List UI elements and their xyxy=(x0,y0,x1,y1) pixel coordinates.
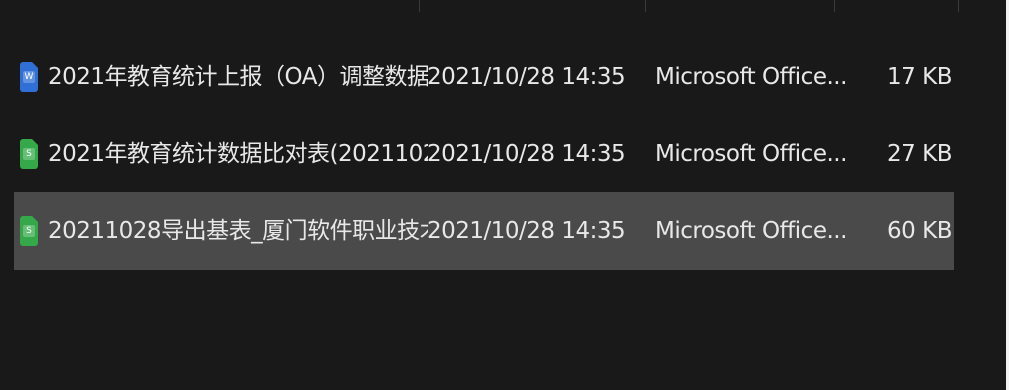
word-doc-icon: W xyxy=(20,62,38,92)
file-row[interactable]: S 2021年教育统计数据比对表(20211028)... 2021/10/28… xyxy=(14,116,954,192)
file-size: 27 KB xyxy=(887,141,952,167)
file-row-selected[interactable]: S 20211028导出基表_厦门软件职业技术... 2021/10/28 14… xyxy=(14,192,954,270)
file-row[interactable]: W 2021年教育统计上报（OA）调整数据备... 2021/10/28 14:… xyxy=(14,38,954,116)
column-header-dividers xyxy=(0,0,1009,14)
column-divider[interactable] xyxy=(958,0,959,12)
column-divider[interactable] xyxy=(645,0,646,12)
file-list: W 2021年教育统计上报（OA）调整数据备... 2021/10/28 14:… xyxy=(14,38,954,270)
column-divider[interactable] xyxy=(834,0,835,12)
spreadsheet-icon: S xyxy=(20,139,38,169)
file-type: Microsoft Office... xyxy=(655,141,847,167)
file-type: Microsoft Office... xyxy=(655,218,847,244)
file-size: 17 KB xyxy=(887,64,952,90)
file-date-modified: 2021/10/28 14:35 xyxy=(427,141,626,167)
spreadsheet-icon: S xyxy=(20,216,38,246)
column-divider[interactable] xyxy=(419,0,420,12)
file-date-modified: 2021/10/28 14:35 xyxy=(427,218,626,244)
file-type: Microsoft Office... xyxy=(655,64,847,90)
file-size: 60 KB xyxy=(887,218,952,244)
file-date-modified: 2021/10/28 14:35 xyxy=(427,64,626,90)
file-name: 20211028导出基表_厦门软件职业技术... xyxy=(48,218,428,244)
file-name: 2021年教育统计数据比对表(20211028)... xyxy=(48,141,428,167)
file-name: 2021年教育统计上报（OA）调整数据备... xyxy=(48,64,428,90)
